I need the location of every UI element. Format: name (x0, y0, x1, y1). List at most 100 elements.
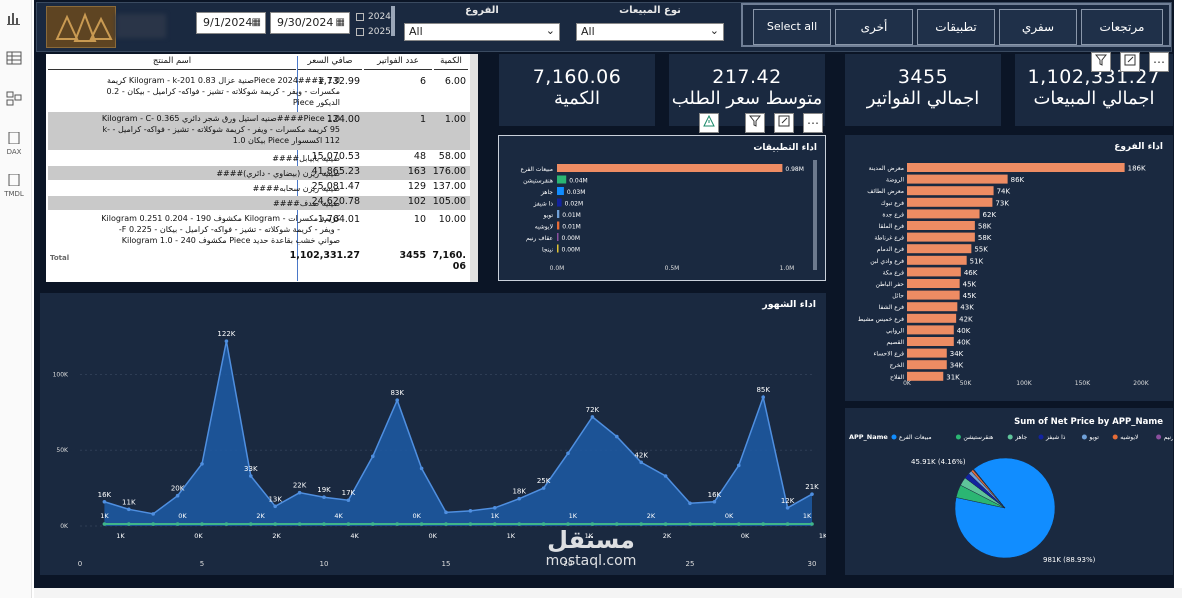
bar (907, 325, 954, 335)
bar (907, 348, 947, 358)
apps-performance-visual[interactable]: اداء التطبيقات مبيعات الفرع 0.98M هنقرستيشن… (498, 135, 826, 281)
data-label: 0.03M (567, 189, 586, 196)
product-name: صينيه صدف#### (273, 199, 340, 208)
col-net-header[interactable]: صافي السعر (298, 56, 362, 70)
baseline-label: 0K (194, 532, 203, 540)
bar (907, 371, 944, 381)
secondary-point (541, 522, 546, 526)
data-label: 981K (88.93%) (1043, 556, 1096, 564)
table-row[interactable]: 1.0 Piece 2024####صنية عزال 0.83 Kilogra… (48, 74, 470, 112)
table-scrollbar[interactable] (470, 54, 478, 282)
monthly-performance-visual[interactable]: اداء الشهور 0K 50K 100K 16K 11K 20K 122K 33K 13K 2… (40, 293, 826, 575)
category-label: فرع الاحساء (874, 351, 905, 358)
calendar-icon[interactable]: ▦ (336, 13, 345, 33)
date-start-field[interactable]: 9/1/2024 ▦ (196, 12, 266, 34)
point-label: 42K (634, 451, 648, 459)
product-name: 1.0 Piece####صنيه استيل ورق شجر دائري 0.… (101, 114, 340, 145)
table-row[interactable]: صينيه ريزن سحابه#### 25,081.47 129 137.0… (48, 181, 470, 195)
year-option-2025[interactable]: 2025 (356, 27, 391, 37)
col-qty-header[interactable]: الكمية (434, 56, 468, 70)
table-row[interactable]: صينيه صدف#### 24,620.78 102 105.00 (48, 196, 470, 210)
data-point (541, 486, 546, 490)
kpi-value: 7,160.06 (532, 66, 622, 88)
bar (557, 187, 564, 195)
checkbox-icon[interactable] (356, 13, 364, 21)
bar (557, 233, 559, 241)
total-qty: 7,160.06 (432, 250, 466, 272)
chevron-down-icon: ⌄ (709, 24, 719, 37)
data-point (273, 504, 277, 509)
focus-mode-icon[interactable] (1120, 52, 1140, 72)
year-option-2024[interactable]: 2024 (356, 12, 391, 22)
takeaway-button[interactable]: سفري (999, 9, 1077, 45)
table-row[interactable]: صينيه ريزن (بيضاوي - دائري)#### 41,865.2… (48, 166, 470, 180)
returns-button[interactable]: مرتجعات (1081, 9, 1163, 45)
legend-label: جاهز (1014, 434, 1027, 441)
other-button[interactable]: أخرى (835, 9, 913, 45)
point-label: 83K (390, 389, 404, 397)
bar (907, 232, 975, 242)
data-point (761, 395, 765, 399)
select-all-button[interactable]: Select all (753, 9, 831, 45)
filter-icon[interactable] (1091, 52, 1111, 72)
data-label: 0.01M (562, 212, 581, 219)
bar (907, 360, 947, 370)
legend-label: لايوشيه (1120, 434, 1138, 441)
data-label: 0.98M (785, 166, 804, 173)
net-cell: 15,070.53 (311, 151, 360, 162)
legend-label: هنقرستيشن (963, 434, 993, 441)
more-options-icon[interactable]: ⋯ (803, 113, 823, 133)
date-end-field[interactable]: 9/30/2024 ▦ (270, 12, 350, 34)
sales-type-dropdown[interactable]: All ⌄ (576, 23, 724, 41)
status-strip (34, 588, 1182, 598)
branches-performance-visual[interactable]: اداء الفروع معرض المدينة 186K الروضة 86K معرض… (845, 135, 1173, 401)
table-row[interactable]: كريمة مكسرات - Kilogram مكشوف 190 - 0.20… (48, 212, 470, 246)
calendar-icon[interactable]: ▦ (252, 13, 261, 33)
branch-value: All (409, 25, 423, 38)
year-scrollbar[interactable] (391, 6, 395, 36)
secondary-point (175, 522, 180, 526)
data-point (785, 506, 790, 510)
warning-icon[interactable] (699, 113, 719, 133)
filter-icon[interactable] (745, 113, 765, 133)
app-share-pie-visual[interactable]: Sum of Net Price by APP_Name APP_Name مبيع… (845, 408, 1173, 575)
table-icon[interactable] (4, 50, 24, 70)
net-cell: 1,732.99 (317, 76, 360, 87)
model-icon[interactable] (4, 90, 24, 110)
baseline-label: 0K (741, 532, 750, 540)
bar (907, 244, 972, 254)
col-invoices-header[interactable]: عدد الفواتير (364, 56, 432, 70)
point-label: 72K (586, 406, 600, 414)
point-label: 12K (781, 497, 795, 505)
data-label: 62K (983, 211, 997, 219)
checkbox-icon[interactable] (356, 28, 364, 36)
product-name: 1.0 Piece 2024####صنية عزال 0.83 Kilogra… (106, 76, 340, 107)
baseline-label: 0K (413, 512, 422, 520)
data-label: 42K (959, 315, 973, 323)
report-icon[interactable] (4, 10, 24, 30)
secondary-point (419, 522, 424, 526)
col-name-header[interactable]: اسم المنتج (48, 56, 296, 70)
baseline-label: 0K (178, 512, 187, 520)
apps-button[interactable]: تطبيقات (917, 9, 995, 45)
more-options-icon[interactable]: ⋯ (1149, 52, 1169, 72)
category-label: معرض الطائف (867, 188, 904, 195)
tmdl-icon[interactable]: TMDL (4, 173, 24, 200)
bar (907, 337, 954, 346)
focus-mode-icon[interactable] (774, 113, 794, 133)
kpi-total-invoices: 3455 اجمالي الفواتير (845, 54, 1001, 126)
category-label: لايوشيه (535, 224, 553, 231)
secondary-point (395, 522, 400, 526)
data-label: 58K (978, 234, 992, 242)
dax-icon[interactable]: DAX (4, 131, 24, 158)
branches-bar-chart: اداء الفروع معرض المدينة 186K الروضة 86K معرض… (858, 142, 1163, 387)
bar (557, 244, 559, 253)
table-row[interactable]: 1.0 Piece####صنيه استيل ورق شجر دائري 0.… (48, 112, 470, 150)
branch-dropdown[interactable]: All ⌄ (404, 23, 560, 41)
bar (907, 290, 960, 300)
data-point (517, 496, 521, 501)
app-share-pie-chart: Sum of Net Price by APP_Name APP_Name مبيع… (849, 417, 1173, 564)
baseline-label: 1K (819, 532, 826, 540)
data-point (175, 493, 180, 498)
table-row[interactable]: صينيه بابيابل#### 15,070.53 48 58.00 (48, 151, 470, 165)
